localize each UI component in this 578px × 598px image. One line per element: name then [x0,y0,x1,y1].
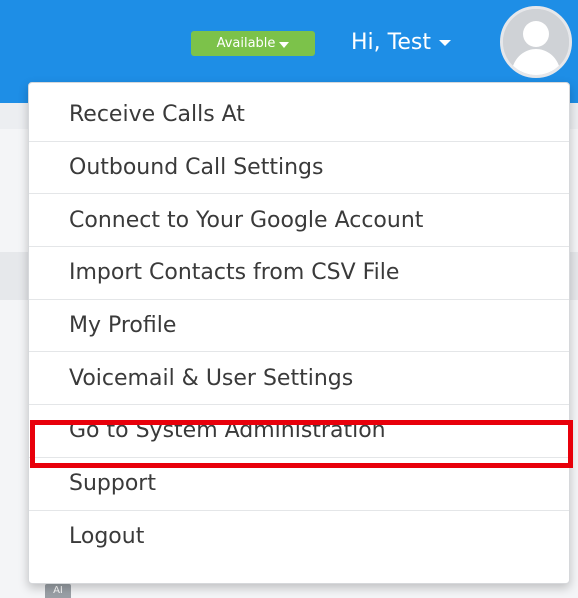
menu-item-import-contacts-csv[interactable]: Import Contacts from CSV File [29,247,569,300]
menu-item-my-profile[interactable]: My Profile [29,300,569,353]
availability-status-button[interactable]: Available [191,31,315,56]
user-menu-toggle[interactable]: Hi, Test [351,22,451,62]
menu-item-receive-calls-at[interactable]: Receive Calls At [29,89,569,142]
user-greeting: Hi, Test [351,29,431,55]
menu-item-logout[interactable]: Logout [29,511,569,564]
menu-item-support[interactable]: Support [29,458,569,511]
chevron-down-icon [438,40,451,46]
avatar[interactable] [500,6,572,78]
menu-item-voicemail-user-settings[interactable]: Voicemail & User Settings [29,352,569,406]
user-dropdown-menu: Receive Calls At Outbound Call Settings … [28,82,570,584]
menu-item-outbound-call-settings[interactable]: Outbound Call Settings [29,142,569,195]
menu-item-system-administration[interactable]: Go to System Administration [29,405,569,458]
chevron-down-icon [279,41,290,48]
menu-item-connect-google-account[interactable]: Connect to Your Google Account [29,194,569,248]
user-silhouette-icon [503,9,569,75]
dropdown-menu-list: Receive Calls At Outbound Call Settings … [29,89,569,563]
background-chip: AI [45,584,71,598]
availability-status-label: Available [216,36,276,51]
